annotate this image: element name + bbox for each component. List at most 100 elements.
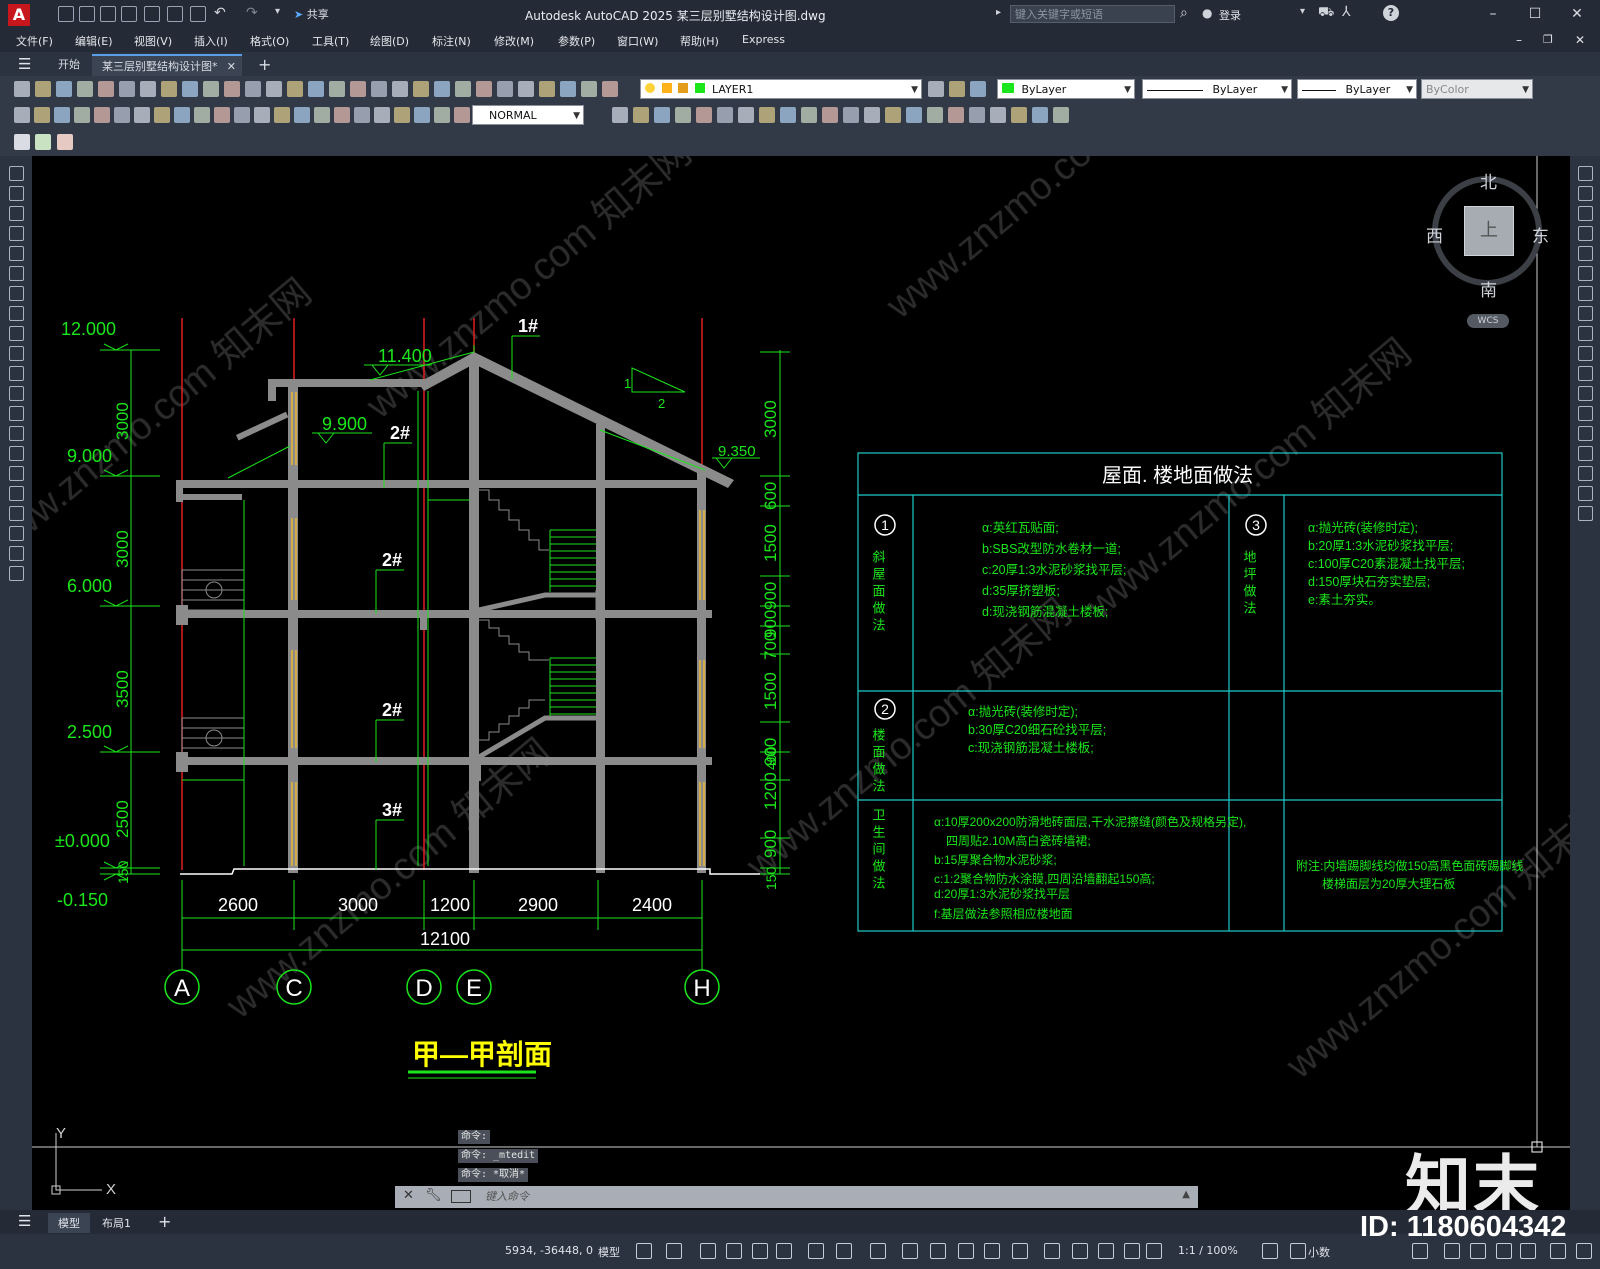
- draw-tool-icon[interactable]: [174, 107, 190, 123]
- layer-tool-icon[interactable]: [949, 81, 965, 97]
- status-toggle-icon[interactable]: [1012, 1243, 1028, 1259]
- hamburger-menu-icon[interactable]: ☰: [18, 55, 31, 73]
- color-dropdown[interactable]: ByLayer ▼: [997, 79, 1135, 99]
- modify-palette-icon[interactable]: [1578, 346, 1593, 361]
- add-layout-button[interactable]: +: [148, 1210, 181, 1233]
- doc-restore-button[interactable]: ❐: [1543, 33, 1553, 46]
- tab-start[interactable]: 开始: [48, 54, 90, 76]
- quick-access-dropdown-icon[interactable]: ▾: [275, 6, 280, 17]
- modify-palette-icon[interactable]: [1578, 406, 1593, 421]
- status-toggle-icon[interactable]: [1290, 1243, 1306, 1259]
- modify-tool-icon[interactable]: [948, 107, 964, 123]
- close-button[interactable]: ✕: [1566, 4, 1588, 24]
- modify-palette-icon[interactable]: [1578, 246, 1593, 261]
- draw-palette-icon[interactable]: [9, 286, 24, 301]
- standard-tool-icon[interactable]: [266, 81, 282, 97]
- doc-minimize-button[interactable]: –: [1516, 33, 1522, 47]
- modify-palette-icon[interactable]: [1578, 166, 1593, 181]
- standard-tool-icon[interactable]: [119, 81, 135, 97]
- modify-palette-icon[interactable]: [1578, 426, 1593, 441]
- viewcube-north[interactable]: 北: [1480, 168, 1497, 193]
- draw-palette-icon[interactable]: [9, 526, 24, 541]
- login-button[interactable]: 登录: [1219, 7, 1241, 23]
- tab-close-icon[interactable]: ✕: [227, 56, 236, 78]
- menu-file[interactable]: 文件(F): [16, 33, 53, 49]
- status-toggle-icon[interactable]: [666, 1243, 682, 1259]
- modify-tool-icon[interactable]: [759, 107, 775, 123]
- open-file-icon[interactable]: [79, 6, 95, 22]
- standard-tool-icon[interactable]: [560, 81, 576, 97]
- modify-tool-icon[interactable]: [675, 107, 691, 123]
- viewcube-east[interactable]: 东: [1532, 222, 1549, 247]
- new-file-icon[interactable]: [58, 6, 74, 22]
- menu-edit[interactable]: 编辑(E): [75, 33, 113, 49]
- draw-tool-icon[interactable]: [414, 107, 430, 123]
- modify-tool-icon[interactable]: [738, 107, 754, 123]
- draw-tool-icon[interactable]: [314, 107, 330, 123]
- standard-tool-icon[interactable]: [14, 81, 30, 97]
- search-input[interactable]: 键入关键字或短语: [1010, 5, 1175, 23]
- web-open-icon[interactable]: [144, 6, 160, 22]
- modify-tool-icon[interactable]: [822, 107, 838, 123]
- modify-palette-icon[interactable]: [1578, 466, 1593, 481]
- cart-icon[interactable]: ⛟: [1318, 5, 1334, 22]
- status-toggle-icon[interactable]: [700, 1243, 716, 1259]
- draw-tool-icon[interactable]: [94, 107, 110, 123]
- draw-tool-icon[interactable]: [454, 107, 470, 123]
- standard-tool-icon[interactable]: [140, 81, 156, 97]
- standard-tool-icon[interactable]: [455, 81, 471, 97]
- recent-commands-icon[interactable]: [451, 1190, 471, 1203]
- layout-menu-icon[interactable]: ☰: [18, 1212, 31, 1230]
- draw-palette-icon[interactable]: [9, 446, 24, 461]
- draw-tool-icon[interactable]: [334, 107, 350, 123]
- close-icon[interactable]: ✕: [403, 1188, 414, 1203]
- standard-tool-icon[interactable]: [518, 81, 534, 97]
- standard-tool-icon[interactable]: [35, 81, 51, 97]
- draw-palette-icon[interactable]: [9, 466, 24, 481]
- modify-palette-icon[interactable]: [1578, 226, 1593, 241]
- draw-tool-icon[interactable]: [434, 107, 450, 123]
- modify-palette-icon[interactable]: [1578, 446, 1593, 461]
- modify-palette-icon[interactable]: [1578, 266, 1593, 281]
- share-button[interactable]: ➤ 共享: [294, 6, 329, 22]
- standard-tool-icon[interactable]: [476, 81, 492, 97]
- draw-palette-icon[interactable]: [9, 506, 24, 521]
- draw-tool-icon[interactable]: [254, 107, 270, 123]
- draw-palette-icon[interactable]: [9, 306, 24, 321]
- menu-format[interactable]: 格式(O): [250, 33, 289, 49]
- attribute-edit-icon[interactable]: [35, 134, 51, 150]
- draw-tool-icon[interactable]: [154, 107, 170, 123]
- modify-tool-icon[interactable]: [1011, 107, 1027, 123]
- status-toggle-icon[interactable]: [1072, 1243, 1088, 1259]
- modify-palette-icon[interactable]: [1578, 486, 1593, 501]
- web-save-icon[interactable]: [167, 6, 183, 22]
- coordinates-readout[interactable]: 5934, -36448, 0: [505, 1244, 593, 1257]
- status-toggle-icon[interactable]: [1044, 1243, 1060, 1259]
- modify-tool-icon[interactable]: [843, 107, 859, 123]
- plotstyle-dropdown[interactable]: ByColor ▼: [1421, 79, 1533, 99]
- standard-tool-icon[interactable]: [245, 81, 261, 97]
- status-toggle-icon[interactable]: [1520, 1243, 1536, 1259]
- status-toggle-icon[interactable]: [958, 1243, 974, 1259]
- draw-tool-icon[interactable]: [34, 107, 50, 123]
- modify-tool-icon[interactable]: [1032, 107, 1048, 123]
- command-history-toggle-icon[interactable]: ▲: [1182, 1189, 1190, 1200]
- draw-palette-icon[interactable]: [9, 206, 24, 221]
- status-toggle-icon[interactable]: [726, 1243, 742, 1259]
- draw-tool-icon[interactable]: [214, 107, 230, 123]
- draw-palette-icon[interactable]: [9, 326, 24, 341]
- draw-palette-icon[interactable]: [9, 266, 24, 281]
- draw-palette-icon[interactable]: [9, 386, 24, 401]
- status-toggle-icon[interactable]: [902, 1243, 918, 1259]
- standard-tool-icon[interactable]: [371, 81, 387, 97]
- modify-tool-icon[interactable]: [717, 107, 733, 123]
- user-icon[interactable]: ●: [1202, 6, 1212, 20]
- block-edit-icon[interactable]: [14, 134, 30, 150]
- status-toggle-icon[interactable]: [1576, 1243, 1592, 1259]
- status-toggle-icon[interactable]: [1412, 1243, 1428, 1259]
- draw-palette-icon[interactable]: [9, 566, 24, 581]
- menu-modify[interactable]: 修改(M): [494, 33, 534, 49]
- standard-tool-icon[interactable]: [539, 81, 555, 97]
- status-toggle-icon[interactable]: [1496, 1243, 1512, 1259]
- minimize-button[interactable]: –: [1482, 4, 1504, 24]
